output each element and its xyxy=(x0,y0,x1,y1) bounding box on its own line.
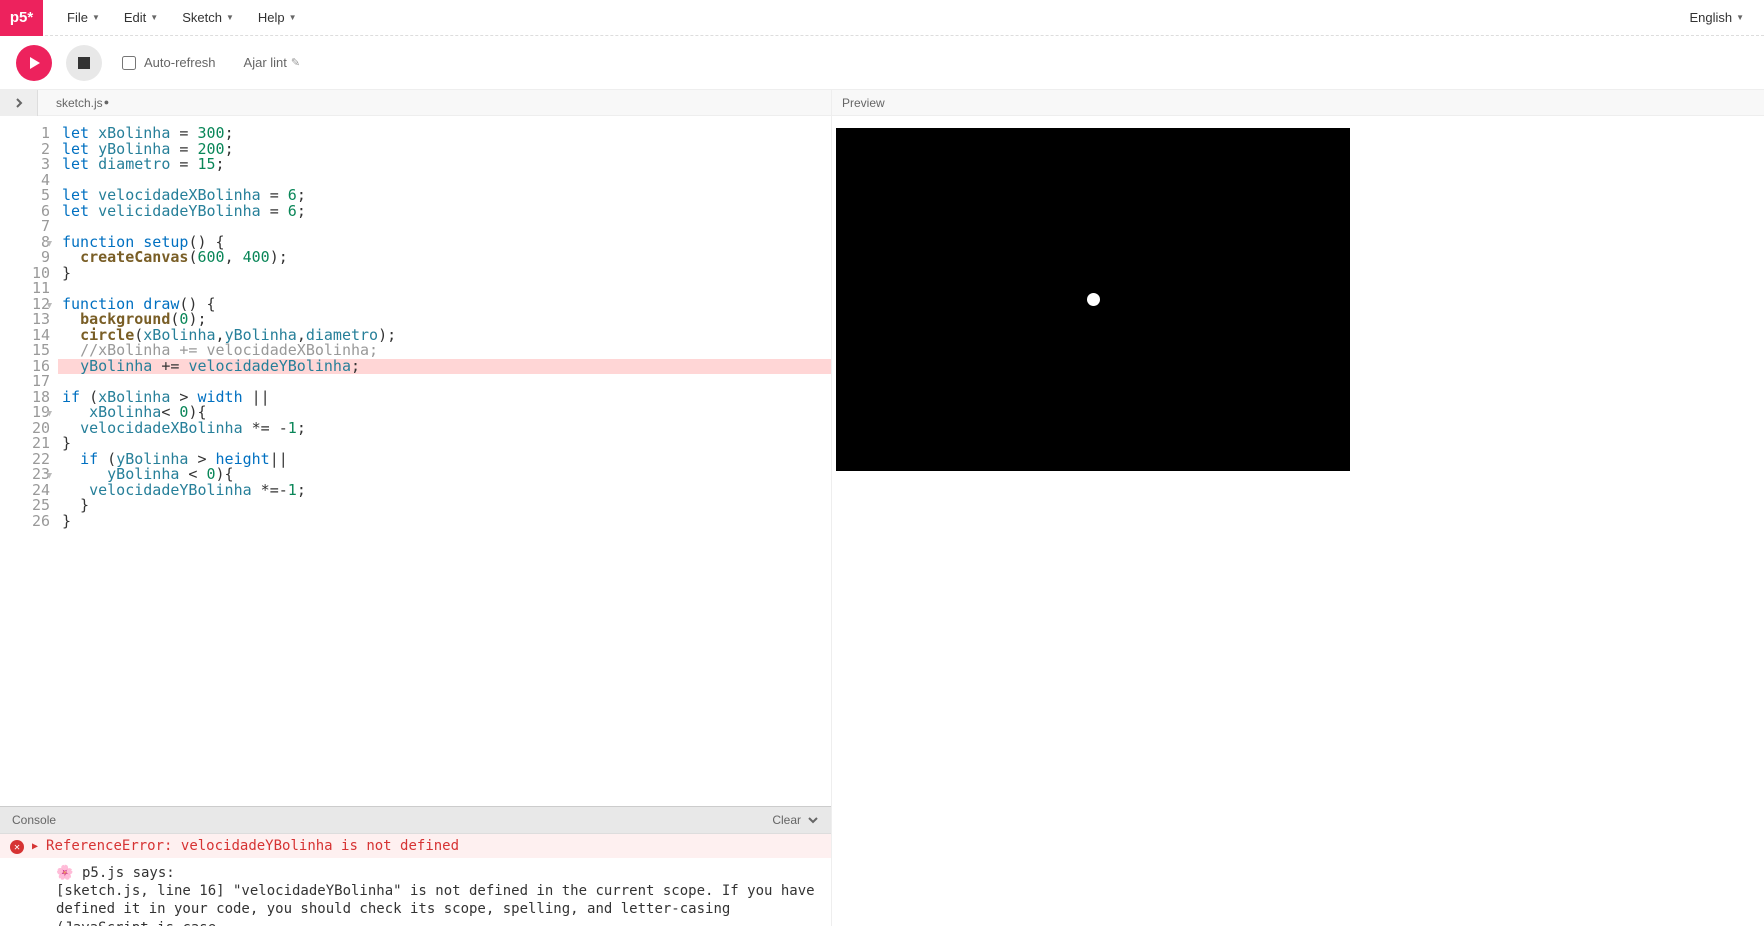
auto-refresh-checkbox[interactable] xyxy=(122,56,136,70)
console-error-message: ReferenceError: velocidadeYBolinha is no… xyxy=(46,838,821,854)
menu-language[interactable]: English▼ xyxy=(1677,0,1756,36)
file-tab[interactable]: sketch.js● xyxy=(38,96,126,110)
code-lines[interactable]: let xBolinha = 300;let yBolinha = 200;le… xyxy=(58,116,831,806)
stop-icon xyxy=(78,57,90,69)
menubar: File▼ Edit▼ Sketch▼ Help▼ English▼ xyxy=(43,0,1764,36)
console-body[interactable]: ✕ ▶ ReferenceError: velocidadeYBolinha i… xyxy=(0,834,831,926)
console-clear-button[interactable]: Clear xyxy=(772,813,819,827)
friendly-header: p5.js says: xyxy=(56,864,821,882)
p5-flower-icon: 🌸 xyxy=(56,864,73,882)
auto-refresh-toggle[interactable]: Auto-refresh xyxy=(122,55,216,70)
sidebar-expand-button[interactable] xyxy=(0,90,38,116)
toolbar: Auto-refresh Ajar lint ✎ xyxy=(0,36,1764,90)
play-icon xyxy=(27,56,41,70)
preview-pane: Preview xyxy=(832,90,1764,926)
play-button[interactable] xyxy=(16,45,52,81)
pencil-icon: ✎ xyxy=(291,56,300,69)
friendly-body: [sketch.js, line 16] "velocidadeYBolinha… xyxy=(56,882,821,926)
menu-edit[interactable]: Edit▼ xyxy=(112,0,170,36)
sketch-canvas[interactable] xyxy=(836,128,1350,471)
error-icon: ✕ xyxy=(10,840,24,854)
line-gutter: 12345678▼9101112▼13141516171819▼20212223… xyxy=(0,116,58,806)
stop-button[interactable] xyxy=(66,45,102,81)
sketch-name[interactable]: Ajar lint ✎ xyxy=(244,55,301,70)
console-error-row[interactable]: ✕ ▶ ReferenceError: velocidadeYBolinha i… xyxy=(0,834,831,858)
console-friendly-row: 🌸 p5.js says: [sketch.js, line 16] "velo… xyxy=(0,858,831,926)
chevron-right-icon xyxy=(14,98,24,108)
preview-header: Preview xyxy=(832,90,1764,116)
preview-title: Preview xyxy=(842,96,885,110)
console-header: Console Clear xyxy=(0,806,831,834)
menu-file[interactable]: File▼ xyxy=(55,0,112,36)
chevron-down-icon xyxy=(807,814,819,826)
p5-logo[interactable]: p5* xyxy=(0,0,43,36)
editor-pane: sketch.js● 12345678▼9101112▼131415161718… xyxy=(0,90,832,926)
tab-bar: sketch.js● xyxy=(0,90,831,116)
code-editor[interactable]: 12345678▼9101112▼13141516171819▼20212223… xyxy=(0,116,831,806)
menu-help[interactable]: Help▼ xyxy=(246,0,309,36)
expand-triangle-icon[interactable]: ▶ xyxy=(32,841,38,852)
ball xyxy=(1087,293,1100,306)
console-title: Console xyxy=(12,813,56,827)
menu-sketch[interactable]: Sketch▼ xyxy=(170,0,246,36)
preview-canvas-wrap xyxy=(832,116,1764,471)
modified-indicator: ● xyxy=(104,97,109,107)
auto-refresh-label: Auto-refresh xyxy=(144,55,216,70)
